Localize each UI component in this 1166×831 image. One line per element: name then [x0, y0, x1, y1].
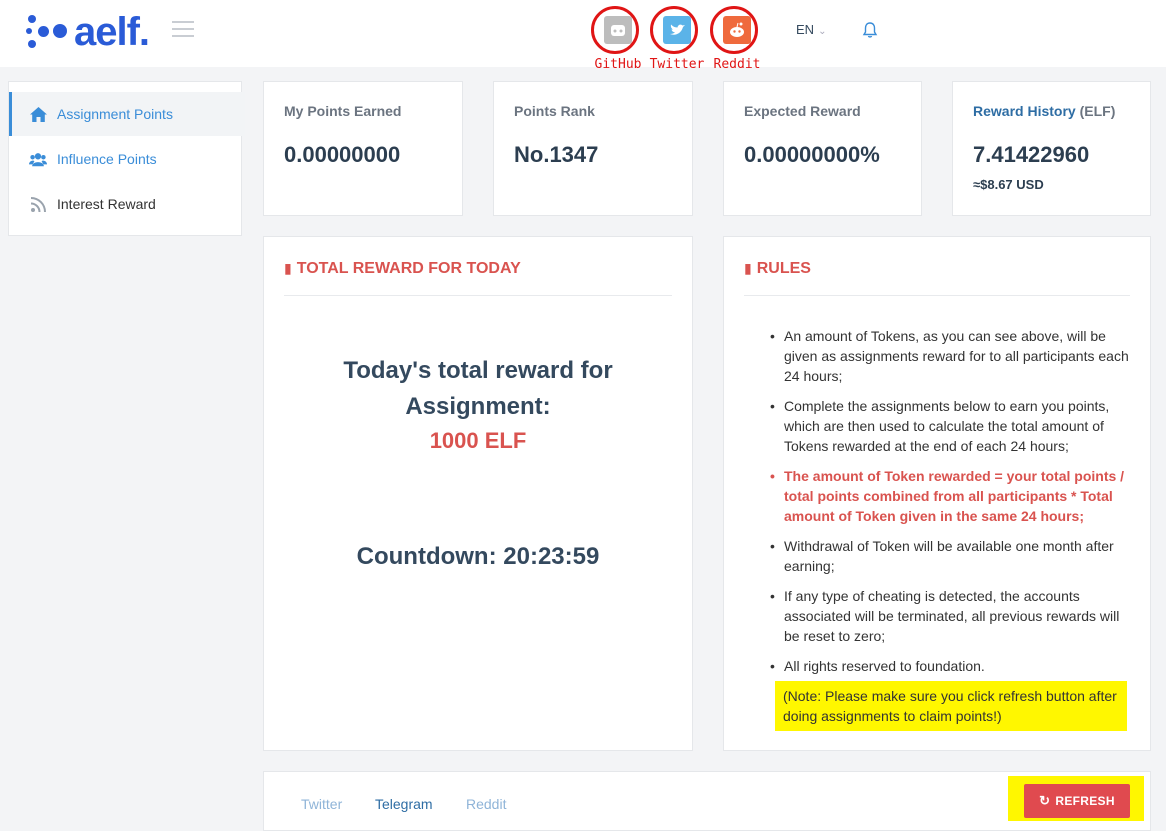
- reward-history-card: Reward History (ELF) 7.41422960 ≈$8.67 U…: [952, 81, 1151, 216]
- expected-reward-value: 0.00000000%: [744, 142, 880, 167]
- aelf-logo[interactable]: aelf.: [26, 10, 150, 54]
- reward-history-unit: (ELF): [1079, 103, 1116, 119]
- refresh-icon: ↻: [1039, 793, 1051, 808]
- points-rank-card: Points Rank No.1347: [493, 81, 693, 216]
- home-icon: [29, 105, 47, 123]
- sidebar: Assignment Points Influence Points Inter…: [8, 81, 245, 236]
- countdown: Countdown: 20:23:59: [264, 543, 692, 571]
- sidebar-item-label: Interest Reward: [57, 196, 156, 212]
- sidebar-item-interest-reward[interactable]: Interest Reward: [9, 182, 242, 226]
- rule-item: Withdrawal of Token will be available on…: [768, 536, 1138, 576]
- refresh-button[interactable]: ↻ REFRESH: [1024, 784, 1130, 818]
- github-icon: [604, 16, 632, 44]
- reward-history-usd: ≈$8.67 USD: [973, 177, 1044, 192]
- countdown-value: 20:23:59: [503, 543, 600, 570]
- panel-title: ▮ RULES: [744, 260, 811, 277]
- countdown-label: Countdown:: [356, 543, 497, 570]
- twitter-icon: [663, 16, 691, 44]
- expected-reward-card: Expected Reward 0.00000000%: [723, 81, 922, 216]
- reddit-icon: [723, 16, 751, 44]
- twitter-link[interactable]: Twitter: [650, 6, 704, 72]
- refresh-label: REFRESH: [1055, 794, 1115, 808]
- rules-list: An amount of Tokens, as you can see abov…: [768, 326, 1138, 686]
- reddit-label: Reddit: [713, 57, 761, 72]
- book-icon: ▮: [744, 260, 752, 276]
- divider: [284, 295, 672, 296]
- tab-telegram[interactable]: Telegram: [375, 796, 433, 812]
- sidebar-item-assignment-points[interactable]: Assignment Points: [9, 92, 245, 136]
- github-link[interactable]: GitHub: [591, 6, 645, 72]
- stat-label: Expected Reward: [744, 103, 861, 119]
- reddit-link[interactable]: Reddit: [710, 6, 764, 72]
- logo-text: aelf.: [74, 10, 150, 54]
- points-earned-card: My Points Earned 0.00000000: [263, 81, 463, 216]
- refresh-highlight: ↻ REFRESH: [1008, 776, 1144, 821]
- stat-label: Reward History (ELF): [973, 103, 1115, 119]
- points-rank-value: No.1347: [514, 142, 599, 167]
- total-reward-panel: ▮ TOTAL REWARD FOR TODAY Today's total re…: [263, 236, 693, 751]
- reward-text-line1: Today's total reward for: [343, 357, 613, 384]
- users-icon: [29, 150, 47, 168]
- reward-amount: 1000 ELF: [429, 428, 527, 453]
- rule-item: Complete the assignments below to earn y…: [768, 396, 1138, 456]
- menu-toggle-icon[interactable]: [172, 21, 194, 37]
- points-earned-value: 0.00000000: [284, 142, 401, 167]
- refresh-note: (Note: Please make sure you click refres…: [775, 681, 1127, 731]
- rss-icon: [29, 195, 47, 213]
- language-value: EN: [796, 22, 815, 37]
- stat-label: My Points Earned: [284, 103, 402, 119]
- reward-history-link[interactable]: Reward History: [973, 103, 1076, 119]
- sidebar-item-label: Assignment Points: [57, 106, 173, 122]
- tab-reddit[interactable]: Reddit: [466, 796, 506, 812]
- divider: [744, 295, 1130, 296]
- rules-panel: ▮RULES An amount of Tokens, as you can s…: [723, 236, 1151, 751]
- panel-title: ▮ TOTAL REWARD FOR TODAY: [284, 260, 521, 277]
- top-header: aelf. GitHub Twitter Reddit EN ⌄: [0, 0, 1166, 72]
- language-selector[interactable]: EN ⌄: [796, 22, 826, 37]
- rule-item: An amount of Tokens, as you can see abov…: [768, 326, 1138, 386]
- rule-item: All rights reserved to foundation.: [768, 656, 1138, 676]
- reward-history-value: 7.41422960: [973, 142, 1090, 167]
- logo-mark-icon: [26, 12, 68, 52]
- reward-text-line2: Assignment:: [405, 393, 551, 420]
- book-icon: ▮: [284, 260, 292, 276]
- tab-twitter[interactable]: Twitter: [301, 796, 342, 812]
- chevron-down-icon: ⌄: [818, 26, 827, 37]
- sidebar-item-influence-points[interactable]: Influence Points: [9, 137, 242, 181]
- sidebar-item-label: Influence Points: [57, 151, 157, 167]
- rule-item: If any type of cheating is detected, the…: [768, 586, 1138, 646]
- bell-icon[interactable]: [860, 20, 880, 40]
- rule-item-formula: The amount of Token rewarded = your tota…: [768, 466, 1138, 526]
- stat-label: Points Rank: [514, 103, 595, 119]
